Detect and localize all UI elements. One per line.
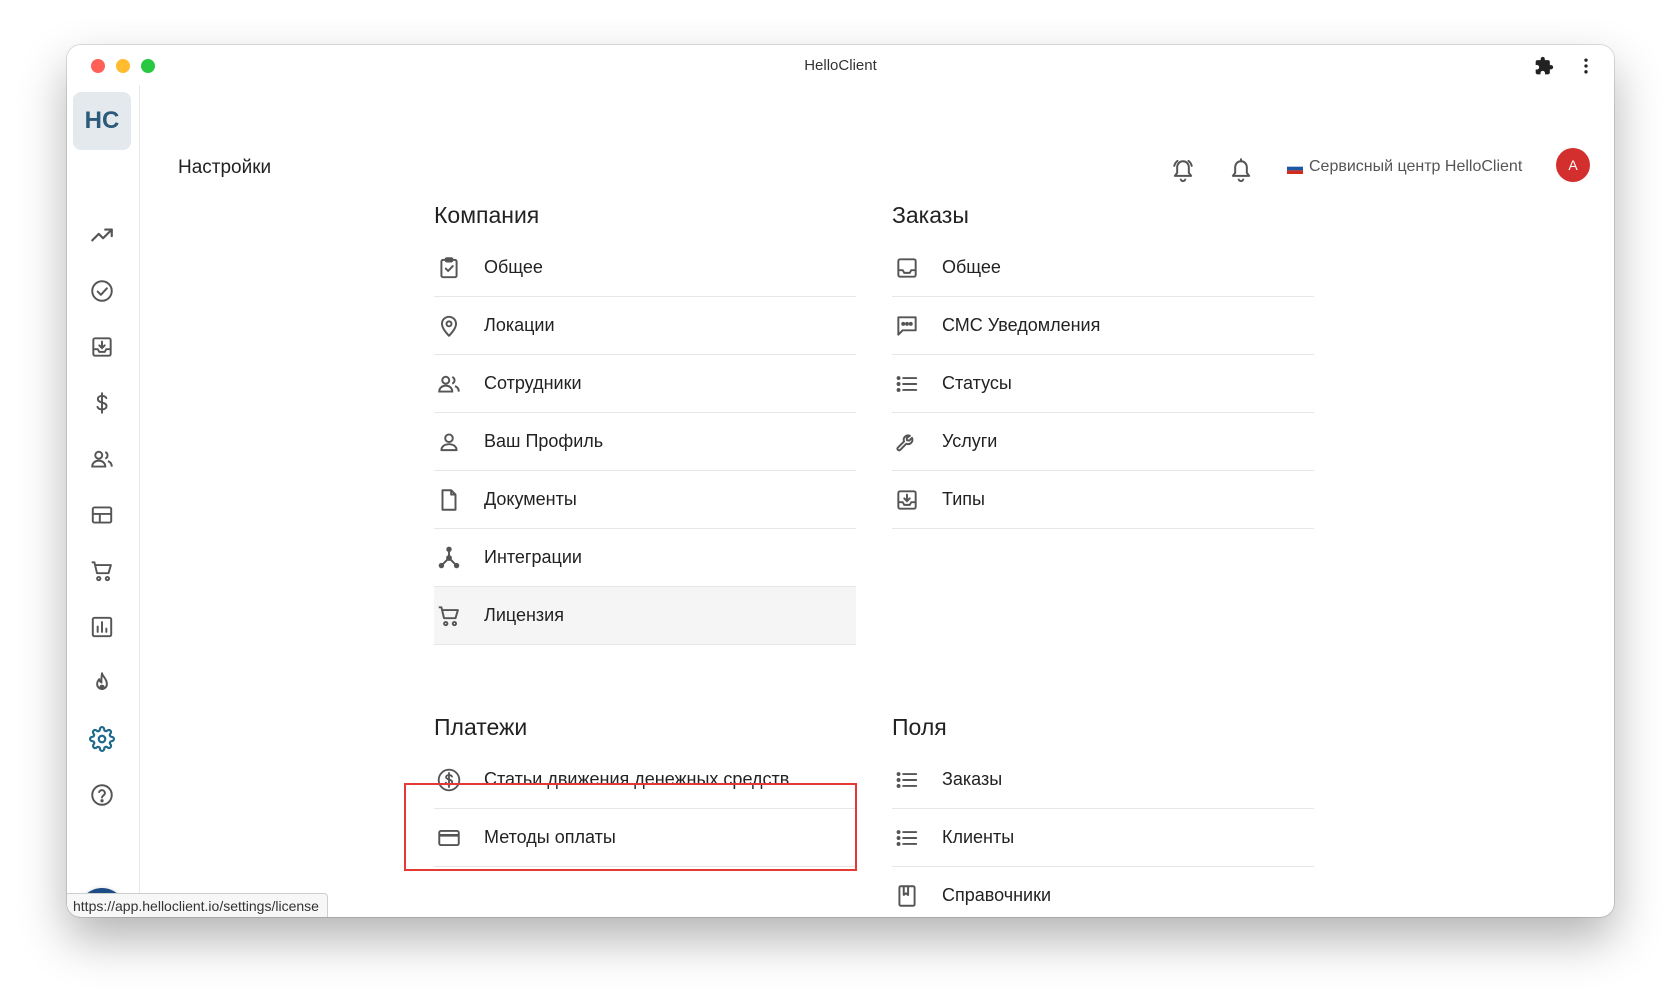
clipboard-check-icon — [436, 255, 462, 281]
table-icon[interactable] — [89, 502, 115, 528]
settings-item-label: Клиенты — [942, 827, 1015, 847]
title-bar: HelloClient — [67, 45, 1614, 85]
section-payments: Платежи Статьи движения денежных средств… — [434, 709, 856, 867]
company-selector[interactable]: Сервисный центр HelloClient — [1286, 158, 1523, 176]
settings-item-services[interactable]: Услуги — [892, 413, 1314, 471]
settings-item-company-general[interactable]: Общее — [434, 239, 856, 297]
settings-item-label: Ваш Профиль — [484, 431, 604, 451]
inbox-icon — [894, 255, 920, 281]
section-orders: Заказы Общее СМС Уведомления Статусы Усл… — [892, 197, 1314, 529]
settings-item-sms[interactable]: СМС Уведомления — [892, 297, 1314, 355]
alarm-bell-icon[interactable] — [1169, 156, 1197, 184]
settings-item-label: Локации — [484, 315, 555, 335]
user-avatar[interactable]: A — [1556, 148, 1590, 182]
settings-item-fields-orders[interactable]: Заказы — [892, 751, 1314, 809]
help-circle-icon[interactable] — [89, 782, 115, 808]
settings-item-integrations[interactable]: Интеграции — [434, 529, 856, 587]
app-window: HelloClient HC Настройки Сервисный центр… — [67, 45, 1614, 917]
dollar-icon[interactable] — [89, 390, 115, 416]
credit-card-icon — [436, 825, 462, 851]
settings-item-employees[interactable]: Сотрудники — [434, 355, 856, 413]
settings-item-profile[interactable]: Ваш Профиль — [434, 413, 856, 471]
settings-item-documents[interactable]: Документы — [434, 471, 856, 529]
settings-item-label: Общее — [942, 257, 1001, 277]
settings-item-label: Интеграции — [484, 547, 582, 567]
settings-item-license[interactable]: Лицензия — [434, 587, 856, 645]
section-fields: Поля Заказы Клиенты Справочники — [892, 709, 1314, 917]
inbox-download-icon[interactable] — [89, 334, 115, 360]
sidebar: HC — [67, 85, 140, 917]
location-pin-icon — [436, 313, 462, 339]
people-icon[interactable] — [89, 446, 115, 472]
section-company: Компания Общее Локации Сотрудники Ваш Пр… — [434, 197, 856, 645]
settings-item-label: Документы — [484, 489, 577, 509]
person-icon — [436, 429, 462, 455]
section-title: Поля — [892, 714, 947, 740]
settings-item-label: Заказы — [942, 769, 1003, 789]
settings-item-locations[interactable]: Локации — [434, 297, 856, 355]
settings-item-label: Лицензия — [484, 605, 564, 625]
settings-item-label: Услуги — [942, 431, 998, 451]
bar-chart-icon[interactable] — [89, 614, 115, 640]
cart-icon — [436, 603, 462, 629]
settings-item-label: Общее — [484, 257, 543, 277]
page-title: Настройки — [178, 157, 272, 178]
settings-item-label: Сотрудники — [484, 373, 582, 393]
settings-item-label: Статьи движения денежных средств — [484, 769, 790, 789]
settings-item-statuses[interactable]: Статусы — [892, 355, 1314, 413]
section-title: Заказы — [892, 202, 969, 228]
settings-item-cashflow[interactable]: Статьи движения денежных средств — [434, 751, 856, 809]
status-bar-url: https://app.helloclient.io/settings/lice… — [67, 893, 328, 917]
settings-item-types[interactable]: Типы — [892, 471, 1314, 529]
list-icon — [894, 371, 920, 397]
fire-icon[interactable] — [89, 670, 115, 696]
document-icon — [436, 487, 462, 513]
section-title: Платежи — [434, 714, 528, 740]
list-icon — [894, 825, 920, 851]
extensions-icon[interactable] — [1534, 56, 1554, 76]
company-name: Сервисный центр HelloClient — [1309, 158, 1523, 175]
sms-icon — [894, 313, 920, 339]
inbox-download-icon — [894, 487, 920, 513]
dollar-circle-icon — [436, 767, 462, 793]
settings-gear-icon[interactable] — [89, 726, 115, 752]
wrench-icon — [894, 429, 920, 455]
window-title: HelloClient — [804, 57, 877, 74]
check-circle-icon[interactable] — [89, 278, 115, 304]
list-icon — [894, 767, 920, 793]
cart-icon[interactable] — [89, 558, 115, 584]
more-vertical-icon[interactable] — [1576, 56, 1596, 76]
flag-icon — [1286, 161, 1304, 174]
settings-item-label: Справочники — [942, 885, 1052, 905]
settings-item-label: СМС Уведомления — [942, 315, 1101, 335]
settings-item-payment-methods[interactable]: Методы оплаты — [434, 809, 856, 867]
book-icon — [894, 883, 920, 909]
hub-icon — [436, 545, 462, 571]
settings-item-label: Типы — [942, 489, 985, 509]
app-logo[interactable]: HC — [73, 92, 131, 150]
settings-item-directories[interactable]: Справочники — [892, 867, 1314, 917]
trending-up-icon[interactable] — [89, 222, 115, 248]
settings-item-fields-clients[interactable]: Клиенты — [892, 809, 1314, 867]
settings-item-orders-general[interactable]: Общее — [892, 239, 1314, 297]
section-title: Компания — [434, 202, 540, 228]
settings-item-label: Статусы — [942, 373, 1012, 393]
settings-item-label: Методы оплаты — [484, 827, 616, 847]
notifications-bell-icon[interactable] — [1227, 156, 1255, 184]
people-icon — [436, 371, 462, 397]
